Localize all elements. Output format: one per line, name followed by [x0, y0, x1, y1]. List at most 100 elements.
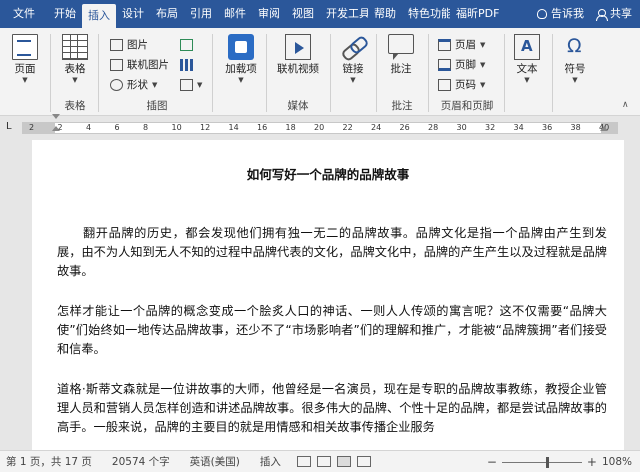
hanging-indent-marker[interactable]	[52, 126, 60, 131]
ruler-tick-label: 32	[485, 123, 496, 132]
tab-stop-selector[interactable]: L	[6, 121, 12, 132]
chevron-down-icon: ▼	[572, 76, 578, 84]
addins-button[interactable]: 加载项 ▼	[222, 34, 260, 100]
online-video-label: 联机视频	[277, 63, 319, 75]
first-line-indent-marker[interactable]	[52, 114, 60, 119]
zoom-out-button[interactable]: −	[487, 455, 497, 469]
document-page[interactable]: 如何写好一个品牌的品牌故事 翻开品牌的历史，都会发现他们拥有独一无二的品牌故事。…	[32, 140, 624, 450]
print-layout-icon[interactable]	[336, 456, 351, 467]
collapse-ribbon-icon[interactable]: ∧	[622, 100, 629, 110]
language-indicator[interactable]: 英语(美国)	[190, 454, 240, 469]
chevron-down-icon: ▼	[480, 60, 486, 69]
person-icon	[596, 8, 608, 21]
horizontal-ruler: L 2 2 4 6 8 10 12 14 16 18 20 22 24 26 28 30 32 34 36 38 40	[0, 114, 640, 139]
group-label-comments: 批注	[391, 100, 413, 112]
insert-mode-indicator[interactable]: 插入	[260, 454, 281, 469]
page-number-button[interactable]: 页码 ▼	[438, 76, 485, 93]
page-button[interactable]: 页面 ▼	[8, 34, 42, 100]
tab-foxit-pdf[interactable]: 福昕PDF	[450, 0, 505, 28]
tab-insert[interactable]: 插入	[82, 4, 116, 28]
tab-references[interactable]: 引用	[184, 0, 218, 28]
online-picture-button[interactable]: 联机图片	[110, 56, 169, 73]
tab-view[interactable]: 视图	[286, 0, 320, 28]
divider	[266, 34, 267, 112]
link-button-label: 链接	[342, 63, 364, 75]
header-label: 页眉	[455, 39, 476, 51]
lightbulb-icon	[537, 9, 547, 19]
smartart-button[interactable]	[180, 36, 193, 53]
page-icon	[12, 34, 38, 60]
ruler-tick-label: 24	[371, 123, 382, 132]
ribbon-tab-bar: 文件 开始 插入 设计 布局 引用 邮件 审阅 视图 开发工具 帮助 特色功能 …	[0, 0, 640, 28]
divider	[212, 34, 213, 112]
footer-button[interactable]: 页脚 ▼	[438, 56, 485, 73]
page-count[interactable]: 第 1 页，共 17 页	[6, 454, 92, 469]
picture-label: 图片	[127, 39, 148, 51]
status-bar: 第 1 页，共 17 页 20574 个字 英语(美国) 插入 − + 108%	[0, 450, 640, 472]
picture-button[interactable]: 图片	[110, 36, 148, 53]
ruler-tick-label: 14	[228, 123, 239, 132]
ruler-tick-label: 30	[456, 123, 467, 132]
zoom-level[interactable]: 108%	[602, 456, 632, 468]
header-button[interactable]: 页眉 ▼	[438, 36, 485, 53]
page-number-icon	[438, 78, 451, 91]
tab-design[interactable]: 设计	[116, 0, 150, 28]
screenshot-icon	[180, 78, 193, 91]
zoom-control: − + 108%	[487, 455, 632, 469]
addins-button-label: 加载项	[225, 63, 257, 75]
right-indent-marker[interactable]	[600, 126, 608, 131]
ruler-tick-label: 10	[171, 123, 182, 132]
zoom-in-button[interactable]: +	[587, 455, 597, 469]
tab-help[interactable]: 帮助	[368, 0, 402, 28]
comment-icon	[388, 34, 414, 60]
tab-special-features[interactable]: 特色功能	[402, 0, 450, 28]
chevron-down-icon: ▼	[480, 80, 486, 89]
zoom-slider-thumb[interactable]	[545, 456, 549, 468]
chart-button[interactable]	[180, 56, 193, 73]
screenshot-button[interactable]: ▼	[180, 76, 202, 93]
comment-button[interactable]: 批注	[384, 34, 418, 100]
ruler-tick-label: 28	[428, 123, 439, 132]
group-label-media: 媒体	[287, 100, 309, 112]
vertical-scrollbar[interactable]	[630, 140, 640, 450]
symbol-button[interactable]: 符号 ▼	[558, 34, 592, 100]
zoom-slider[interactable]	[501, 456, 582, 468]
ruler-tick-label: 26	[399, 123, 410, 132]
group-label-illustrations: 插图	[146, 100, 168, 112]
tab-review[interactable]: 审阅	[252, 0, 286, 28]
tell-me-box[interactable]: 告诉我	[529, 0, 592, 28]
read-mode-icon[interactable]	[316, 456, 331, 467]
divider	[552, 34, 553, 112]
tab-developer[interactable]: 开发工具	[320, 0, 368, 28]
smartart-icon	[180, 38, 193, 51]
macro-record-icon[interactable]	[296, 456, 311, 467]
footer-icon	[438, 58, 451, 71]
ruler-tick-label: 38	[570, 123, 581, 132]
word-count[interactable]: 20574 个字	[112, 454, 170, 469]
tab-home[interactable]: 开始	[48, 0, 82, 28]
text-button[interactable]: 文本 ▼	[510, 34, 544, 100]
table-icon	[62, 34, 88, 60]
share-button[interactable]: 共享	[592, 0, 640, 28]
omega-icon	[562, 34, 588, 60]
link-button[interactable]: 链接 ▼	[336, 34, 370, 100]
chart-icon	[180, 58, 193, 71]
ruler-track[interactable]: 2 2 4 6 8 10 12 14 16 18 20 22 24 26 28 30 32 34 36 38 40	[22, 122, 618, 134]
group-label-header-footer: 页眉和页脚	[440, 100, 494, 112]
divider	[330, 34, 331, 112]
ribbon-insert: 页面 ▼ 表格 ▼ 表格 图片 联机图片 形状 ▼ ▼ 插图 加载项 ▼ 联机视…	[0, 28, 640, 116]
addins-icon	[228, 34, 254, 60]
text-button-label: 文本	[516, 63, 538, 75]
document-title: 如何写好一个品牌的品牌故事	[246, 167, 410, 182]
tab-file[interactable]: 文件	[0, 0, 48, 28]
tab-layout[interactable]: 布局	[150, 0, 184, 28]
shapes-button[interactable]: 形状 ▼	[110, 76, 157, 93]
online-video-button[interactable]: 联机视频	[272, 34, 324, 100]
picture-icon	[110, 38, 123, 51]
table-button[interactable]: 表格 ▼	[58, 34, 92, 100]
video-icon	[285, 34, 311, 60]
tab-mailings[interactable]: 邮件	[218, 0, 252, 28]
divider	[376, 34, 377, 112]
shapes-icon	[110, 78, 123, 91]
web-layout-icon[interactable]	[356, 456, 371, 467]
